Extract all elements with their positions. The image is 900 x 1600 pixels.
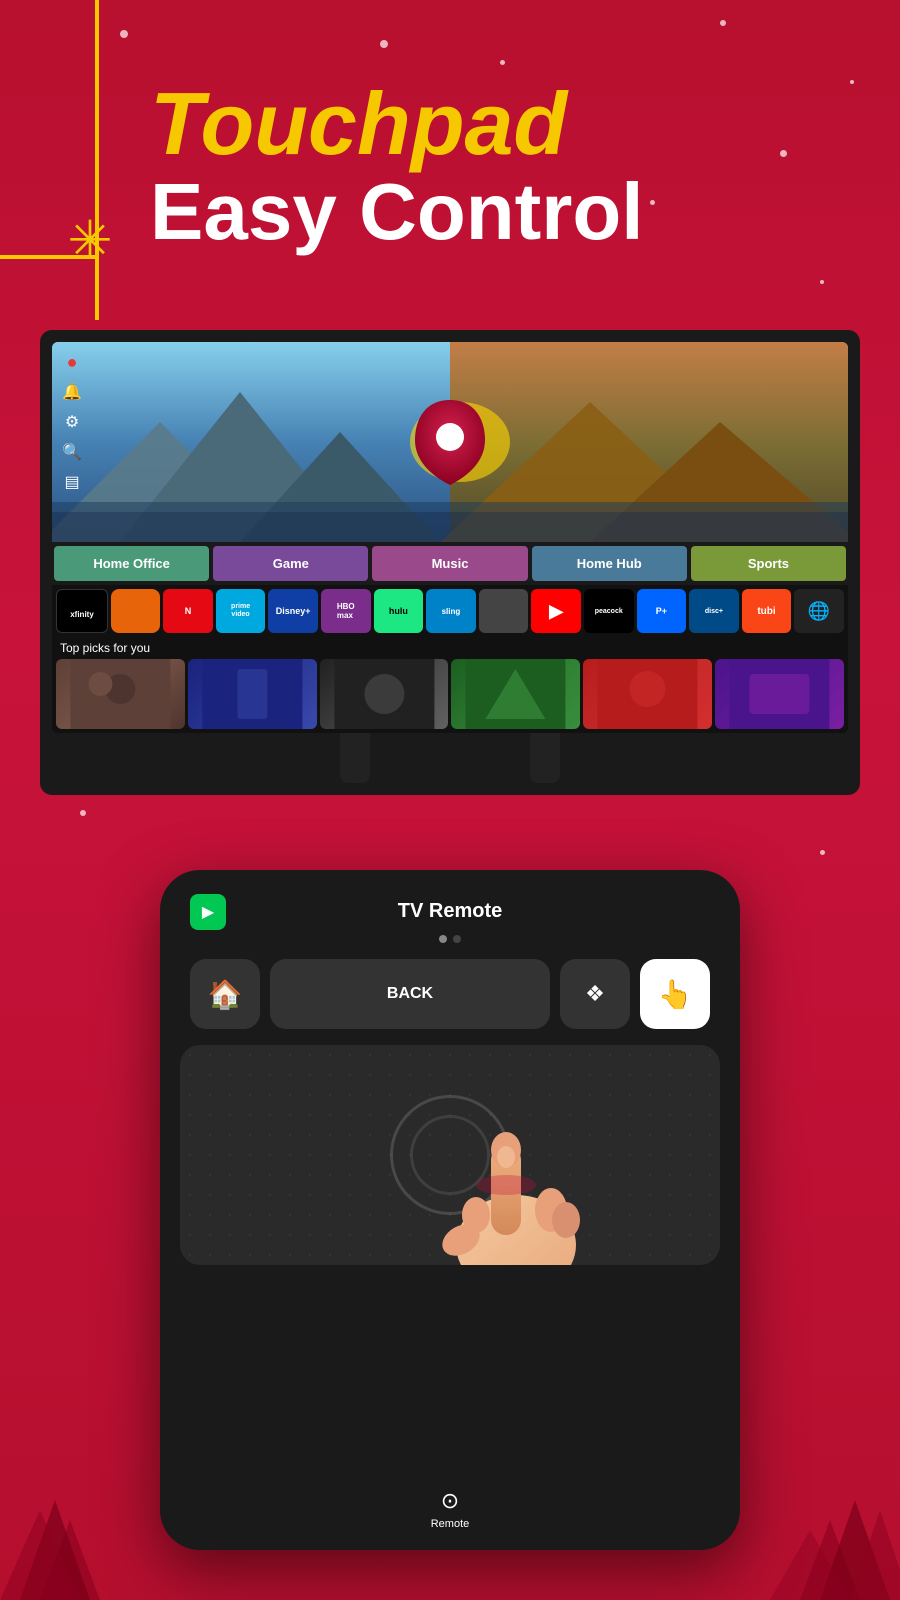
app-grid: xfinity N primevideo Disney+ HBOmax hulu… xyxy=(52,585,848,637)
dot-1 xyxy=(439,935,447,943)
header-section: Touchpad Easy Control xyxy=(150,80,860,256)
tv-background-image: ● 🔔 ⚙ 🔍 ▤ xyxy=(52,342,848,542)
tv-notification-icon: 🔔 xyxy=(62,382,82,402)
snow-dot xyxy=(80,810,86,816)
app-icon-2[interactable] xyxy=(111,589,161,633)
tv-search-icon: 🔍 xyxy=(62,442,82,462)
touchpad-button[interactable]: 👆 xyxy=(640,959,710,1029)
dot-2 xyxy=(453,935,461,943)
app-sling[interactable]: sling xyxy=(426,589,476,633)
snow-dot xyxy=(120,30,128,38)
remote-nav-icon: ⊙ xyxy=(441,1488,459,1514)
touchpad-area[interactable] xyxy=(180,1045,720,1265)
app-youtube[interactable]: ▶ xyxy=(531,589,581,633)
stand-leg-left xyxy=(340,733,370,783)
menu-button[interactable]: ❖ xyxy=(560,959,630,1029)
pick-thumb-4[interactable] xyxy=(451,659,580,729)
snow-dot xyxy=(820,850,825,855)
snow-dot xyxy=(720,20,726,26)
pick-thumb-3[interactable] xyxy=(320,659,449,729)
nav-item-remote[interactable]: ⊙ Remote xyxy=(431,1488,470,1530)
yellow-decoration-vertical xyxy=(95,0,99,320)
phone-container: ▶ TV Remote 🏠 BACK ❖ 👆 xyxy=(160,870,740,1600)
bottom-navigation: ⊙ Remote xyxy=(180,1488,720,1530)
menu-icon: ❖ xyxy=(585,981,605,1007)
app-paramount[interactable]: P+ xyxy=(637,589,687,633)
tv-record-icon: ● xyxy=(62,352,82,372)
phone-header: ▶ TV Remote xyxy=(180,890,720,929)
home-icon: 🏠 xyxy=(208,978,243,1011)
tv-frame: ● 🔔 ⚙ 🔍 ▤ xyxy=(40,330,860,795)
stand-leg-right xyxy=(530,733,560,783)
home-button[interactable]: 🏠 xyxy=(190,959,260,1029)
app-hulu[interactable]: hulu xyxy=(374,589,424,633)
phone-frame: ▶ TV Remote 🏠 BACK ❖ 👆 xyxy=(160,870,740,1550)
top-picks-row xyxy=(52,659,848,733)
svg-text:xfinity: xfinity xyxy=(70,610,94,619)
app-peacock[interactable]: peacock xyxy=(584,589,634,633)
title-touchpad: Touchpad xyxy=(150,80,860,168)
remote-nav-label: Remote xyxy=(431,1518,470,1530)
app-disney[interactable]: Disney+ xyxy=(268,589,318,633)
snow-dot xyxy=(380,40,388,48)
lg-pointer xyxy=(410,397,490,487)
tv-left-icons: ● 🔔 ⚙ 🔍 ▤ xyxy=(62,352,82,492)
pick-thumb-2[interactable] xyxy=(188,659,317,729)
nav-tab-game[interactable]: Game xyxy=(213,546,368,581)
app-xfinity[interactable]: xfinity xyxy=(56,589,108,633)
tv-settings-icon: ⚙ xyxy=(62,412,82,432)
title-easy-control: Easy Control xyxy=(150,168,860,256)
pick-thumb-6[interactable] xyxy=(715,659,844,729)
app-hbo[interactable]: HBOmax xyxy=(321,589,371,633)
back-button[interactable]: BACK xyxy=(270,959,550,1029)
phone-title: TV Remote xyxy=(398,900,502,923)
snow-dot xyxy=(500,60,505,65)
remote-buttons-row: 🏠 BACK ❖ 👆 xyxy=(180,959,720,1029)
touchpad-icon: 👆 xyxy=(658,978,693,1011)
tv-container: ● 🔔 ⚙ 🔍 ▤ xyxy=(40,330,860,795)
app-globe[interactable]: 🌐 xyxy=(794,589,844,633)
tv-gallery-icon: ▤ xyxy=(62,472,82,492)
top-picks-label: Top picks for you xyxy=(52,637,848,659)
snow-dot xyxy=(820,280,824,284)
app-prime[interactable]: primevideo xyxy=(216,589,266,633)
hand-gesture xyxy=(406,1085,626,1265)
tv-stand xyxy=(52,733,848,783)
nav-tab-sports[interactable]: Sports xyxy=(691,546,846,581)
back-label: BACK xyxy=(387,985,433,1003)
page-indicator xyxy=(180,935,720,943)
phone-app-icon: ▶ xyxy=(190,894,226,930)
app-tubi[interactable]: tubi xyxy=(742,589,792,633)
app-apple[interactable] xyxy=(479,589,529,633)
pick-thumb-5[interactable] xyxy=(583,659,712,729)
app-discovery[interactable]: disc+ xyxy=(689,589,739,633)
nav-tab-home-hub[interactable]: Home Hub xyxy=(532,546,687,581)
star-burst-icon: ✳ xyxy=(60,210,120,270)
pick-thumb-1[interactable] xyxy=(56,659,185,729)
tv-screen: ● 🔔 ⚙ 🔍 ▤ xyxy=(52,342,848,733)
tv-nav-tabs: Home Office Game Music Home Hub Sports xyxy=(52,542,848,585)
app-netflix[interactable]: N xyxy=(163,589,213,633)
nav-tab-music[interactable]: Music xyxy=(372,546,527,581)
nav-tab-home-office[interactable]: Home Office xyxy=(54,546,209,581)
